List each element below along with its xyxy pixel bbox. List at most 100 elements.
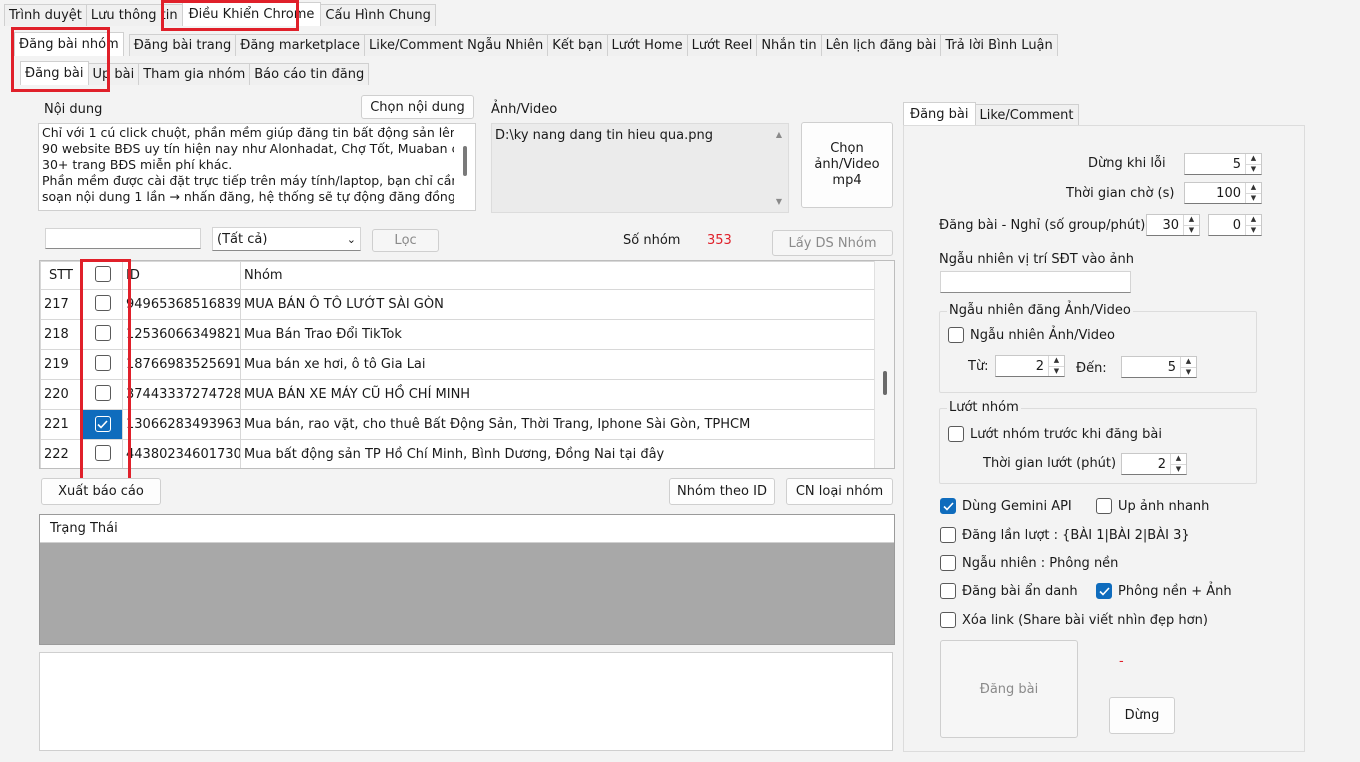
group-search-input[interactable] <box>45 228 201 249</box>
tab-post-marketplace[interactable]: Đăng marketplace <box>235 34 366 56</box>
post-anonymous-checkbox[interactable] <box>940 583 956 599</box>
remove-link-option[interactable]: Xóa link (Share bài viết nhìn đẹp hơn) <box>940 612 1208 628</box>
scroll-down-icon[interactable]: ▼ <box>776 197 782 206</box>
random-media-checkbox[interactable] <box>948 327 964 343</box>
background-plus-image-checkbox[interactable] <box>1096 583 1112 599</box>
fast-upload-option[interactable]: Up ảnh nhanh <box>1096 498 1209 514</box>
tab-reply-comment[interactable]: Trả lời Bình Luận <box>940 34 1058 56</box>
random-phone-input[interactable] <box>940 271 1131 293</box>
row-checkbox[interactable] <box>94 294 111 311</box>
choose-media-button[interactable]: Chọn ảnh/Video mp4 <box>801 122 893 208</box>
table-scrollbar-thumb[interactable] <box>883 371 887 395</box>
table-row[interactable]: 218 1253606634982195Mua Bán Trao Đổi TikT… <box>40 319 875 350</box>
table-row[interactable]: 219 1876698352569152Mua bán xe hơi, ô tô … <box>40 349 875 380</box>
header-stt[interactable]: STT <box>40 261 83 290</box>
tab-browse-reel[interactable]: Lướt Reel <box>686 34 758 56</box>
stop-button[interactable]: Dừng <box>1109 697 1175 734</box>
stepper-down-icon[interactable]: ▼ <box>1171 463 1186 475</box>
fast-upload-checkbox[interactable] <box>1096 498 1112 514</box>
tab-add-friend[interactable]: Kết bạn <box>547 34 608 56</box>
from-stepper[interactable]: 2 ▲ ▼ <box>995 355 1065 377</box>
tab-post-page[interactable]: Đăng bài trang <box>128 34 237 56</box>
row-checkbox[interactable] <box>94 444 111 461</box>
log-textbox[interactable] <box>39 652 893 751</box>
stepper-down-icon[interactable]: ▼ <box>1049 365 1064 377</box>
use-gemini-checkbox[interactable] <box>940 498 956 514</box>
post-rest-group-stepper[interactable]: 30 ▲ ▼ <box>1146 214 1200 236</box>
stepper-up-icon[interactable]: ▲ <box>1246 183 1261 193</box>
stepper-down-icon[interactable]: ▼ <box>1246 224 1261 236</box>
export-report-button[interactable]: Xuất báo cáo <box>41 478 161 505</box>
media-path-box[interactable]: D:\ky nang dang tin hieu qua.png ▲ ▼ <box>491 123 789 213</box>
tab-like-comment-random[interactable]: Like/Comment Ngẫu Nhiên <box>364 34 549 56</box>
stepper-up-icon[interactable]: ▲ <box>1181 357 1196 367</box>
browse-before-post-option[interactable]: Lướt nhóm trước khi đăng bài <box>948 426 1162 442</box>
group-by-id-button[interactable]: Nhóm theo ID <box>669 478 775 505</box>
stepper-up-icon[interactable]: ▲ <box>1184 215 1199 225</box>
tab-chrome-control[interactable]: Điều Khiển Chrome <box>181 2 322 26</box>
tab-message[interactable]: Nhắn tin <box>756 34 822 56</box>
table-row[interactable]: 217 949653685168396 MUA BÁN Ô TÔ LƯỚT SÀI … <box>40 289 875 320</box>
tab-save-info[interactable]: Lưu thông tin <box>85 4 183 26</box>
header-select-all[interactable] <box>82 261 123 290</box>
stepper-down-icon[interactable]: ▼ <box>1184 224 1199 236</box>
stepper-down-icon[interactable]: ▼ <box>1246 163 1261 175</box>
remove-link-checkbox[interactable] <box>940 612 956 628</box>
tab-join-group[interactable]: Tham gia nhóm <box>138 63 251 85</box>
random-background-checkbox[interactable] <box>940 555 956 571</box>
post-sequential-option[interactable]: Đăng lần lượt : {BÀI 1|BÀI 2|BÀI 3} <box>940 527 1190 543</box>
post-sequential-checkbox[interactable] <box>940 527 956 543</box>
table-row[interactable]: 222 443802346017300 Mua bất động sản TP Hồ… <box>40 439 875 468</box>
row-select-cell[interactable] <box>82 289 123 320</box>
row-select-cell[interactable] <box>82 319 123 350</box>
tab-report-post[interactable]: Báo cáo tin đăng <box>249 63 370 85</box>
random-media-option[interactable]: Ngẫu nhiên Ảnh/Video <box>948 327 1115 343</box>
post-anonymous-option[interactable]: Đăng bài ẩn danh <box>940 583 1078 599</box>
choose-content-button[interactable]: Chọn nội dung <box>361 95 474 119</box>
browse-time-stepper[interactable]: 2 ▲ ▼ <box>1121 453 1187 475</box>
stepper-up-icon[interactable]: ▲ <box>1049 356 1064 366</box>
tab-general-config[interactable]: Cấu Hình Chung <box>320 4 436 26</box>
select-all-checkbox[interactable] <box>94 265 111 282</box>
tab-schedule-post[interactable]: Lên lịch đăng bài <box>820 34 942 56</box>
row-checkbox[interactable] <box>94 416 111 433</box>
tab-right-post[interactable]: Đăng bài <box>903 102 976 126</box>
stepper-up-icon[interactable]: ▲ <box>1246 154 1261 164</box>
background-plus-image-option[interactable]: Phông nền + Ảnh <box>1096 583 1232 599</box>
row-checkbox[interactable] <box>94 354 111 371</box>
row-checkbox[interactable] <box>94 384 111 401</box>
tab-post-group[interactable]: Đăng bài nhóm <box>14 32 124 56</box>
filter-button[interactable]: Lọc <box>372 229 439 252</box>
header-id[interactable]: ID <box>122 261 241 290</box>
stop-on-error-stepper[interactable]: 5 ▲ ▼ <box>1184 153 1262 175</box>
row-select-cell[interactable] <box>82 379 123 410</box>
content-textarea[interactable]: Chỉ với 1 cú click chuột, phần mềm giúp … <box>38 123 476 211</box>
wait-time-stepper[interactable]: 100 ▲ ▼ <box>1184 182 1262 204</box>
row-select-cell[interactable] <box>82 349 123 380</box>
content-scrollbar-thumb[interactable] <box>463 146 467 176</box>
get-group-list-button[interactable]: Lấy DS Nhóm <box>772 230 893 256</box>
row-checkbox[interactable] <box>94 324 111 341</box>
stepper-up-icon[interactable]: ▲ <box>1246 215 1261 225</box>
table-row[interactable]: 221 1306628349396335Mua bán, rao vặt, cho… <box>40 409 875 440</box>
row-select-cell[interactable] <box>82 409 123 440</box>
tab-post[interactable]: Đăng bài <box>20 61 89 85</box>
to-stepper[interactable]: 5 ▲ ▼ <box>1121 356 1197 378</box>
stepper-down-icon[interactable]: ▼ <box>1246 192 1261 204</box>
stepper-down-icon[interactable]: ▼ <box>1181 366 1196 378</box>
tab-right-like-comment[interactable]: Like/Comment <box>974 104 1079 126</box>
table-row[interactable]: 220 374433372747281 MUA BÁN XE MÁY CŨ HỒ C… <box>40 379 875 410</box>
random-background-option[interactable]: Ngẫu nhiên : Phông nền <box>940 555 1118 571</box>
post-rest-minute-stepper[interactable]: 0 ▲ ▼ <box>1208 214 1262 236</box>
header-group[interactable]: Nhóm <box>240 261 875 290</box>
row-select-cell[interactable] <box>82 439 123 468</box>
scroll-up-icon[interactable]: ▲ <box>776 130 782 139</box>
table-scrollbar[interactable] <box>874 261 894 468</box>
tab-up-post[interactable]: Up bài <box>87 63 140 85</box>
post-button[interactable]: Đăng bài <box>940 640 1078 738</box>
tab-browser[interactable]: Trình duyệt <box>4 4 87 26</box>
browse-before-post-checkbox[interactable] <box>948 426 964 442</box>
remove-group-type-button[interactable]: CN loại nhóm <box>786 478 893 505</box>
stepper-up-icon[interactable]: ▲ <box>1171 454 1186 464</box>
group-filter-dropdown[interactable]: (Tất cả) ⌄ <box>212 227 361 251</box>
